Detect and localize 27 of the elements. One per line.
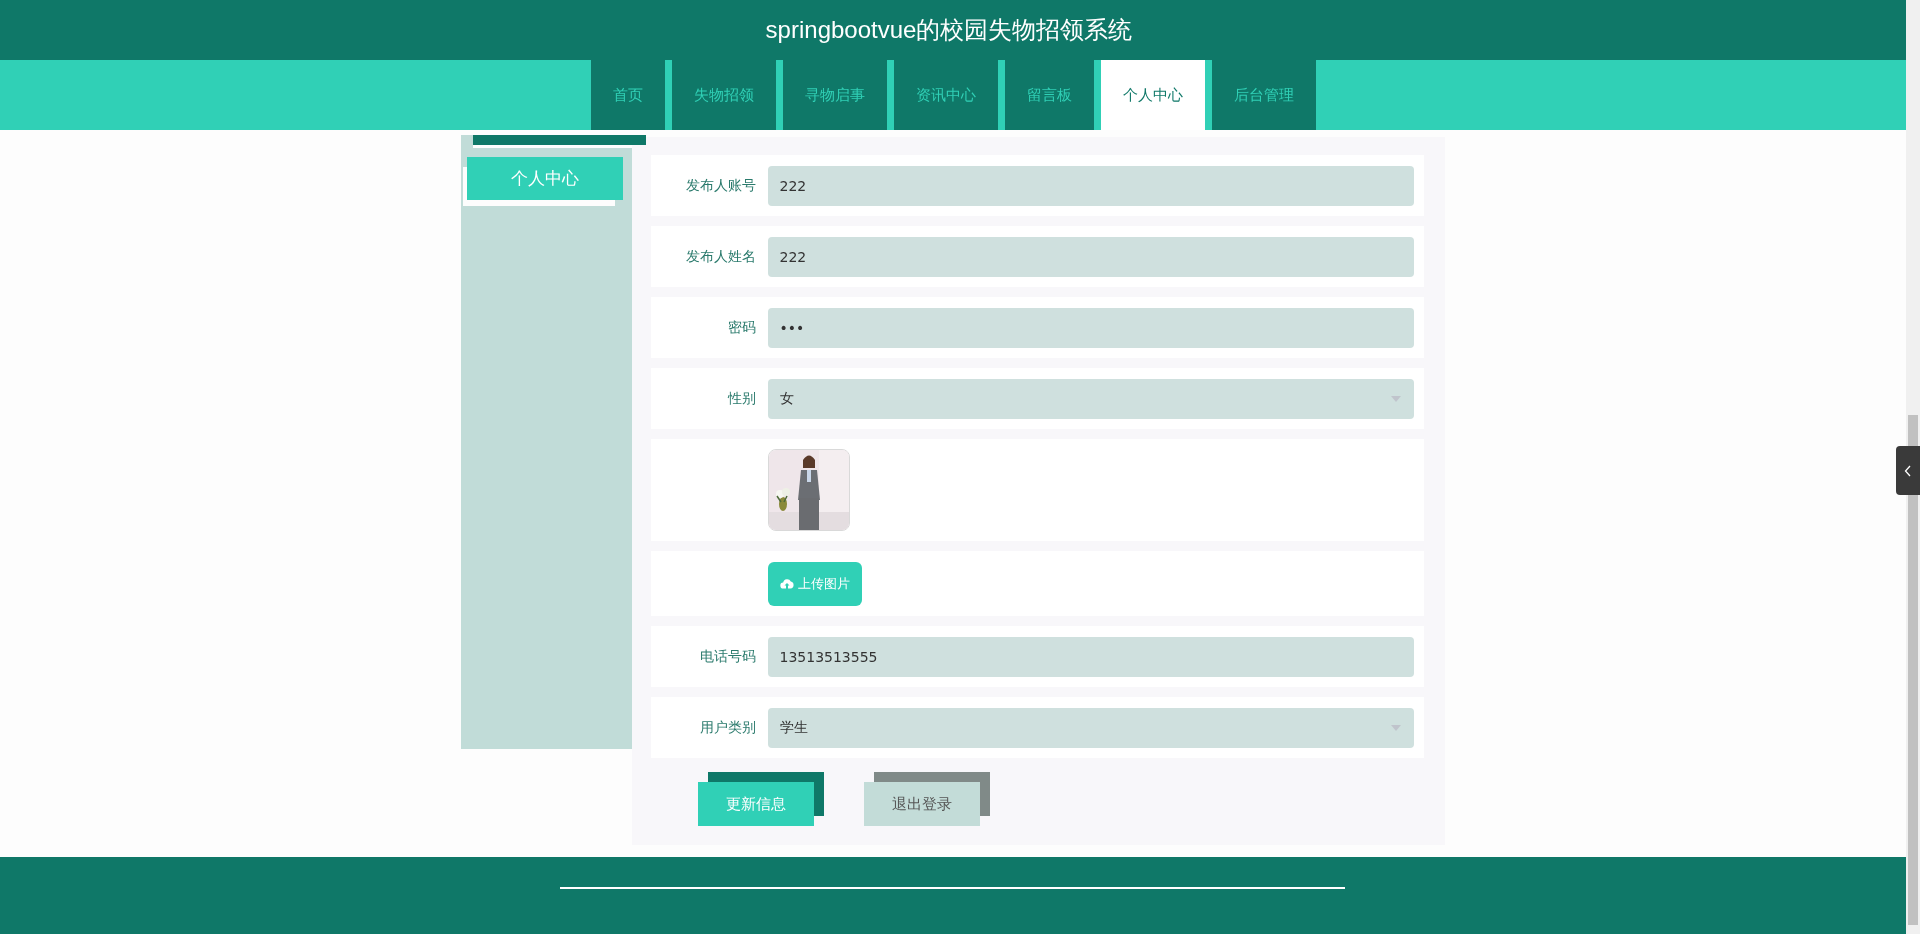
collapse-button[interactable] bbox=[1896, 446, 1920, 495]
input-field[interactable]: ••• bbox=[767, 307, 1414, 348]
nav-tab[interactable]: 失物招领 bbox=[671, 60, 776, 130]
field-label: 密码 bbox=[727, 318, 756, 335]
scrollbar[interactable] bbox=[1906, 0, 1920, 934]
chevron-left-icon bbox=[1904, 464, 1912, 477]
nav-tab[interactable]: 首页 bbox=[590, 60, 665, 130]
field-label: 发布人姓名 bbox=[685, 247, 756, 264]
field-label: 发布人账号 bbox=[685, 176, 756, 193]
select-field[interactable]: 女 bbox=[767, 378, 1414, 419]
site-title: springbootvue的校园失物招领系统 bbox=[765, 15, 1133, 45]
field-label: 电话号码 bbox=[699, 647, 756, 664]
nav-tab[interactable]: 个人中心 bbox=[1100, 60, 1205, 130]
nav-tab[interactable]: 后台管理 bbox=[1211, 60, 1316, 130]
caret-icon bbox=[1389, 394, 1402, 403]
input-field[interactable]: 222 bbox=[767, 165, 1414, 206]
select-field[interactable]: 学生 bbox=[767, 707, 1414, 748]
input-field[interactable]: 222 bbox=[767, 236, 1414, 277]
cloud-upload-icon bbox=[779, 578, 794, 589]
input-field[interactable]: 13513513555 bbox=[767, 636, 1414, 677]
nav-tab[interactable]: 资讯中心 bbox=[893, 60, 998, 130]
nav-tab[interactable]: 寻物启事 bbox=[782, 60, 887, 130]
field-label: 用户类别 bbox=[699, 718, 756, 735]
field-label: 性别 bbox=[727, 389, 756, 406]
upload-button[interactable]: 上传图片 bbox=[767, 561, 862, 606]
nav-tab[interactable]: 留言板 bbox=[1004, 60, 1094, 130]
caret-icon bbox=[1389, 723, 1402, 732]
